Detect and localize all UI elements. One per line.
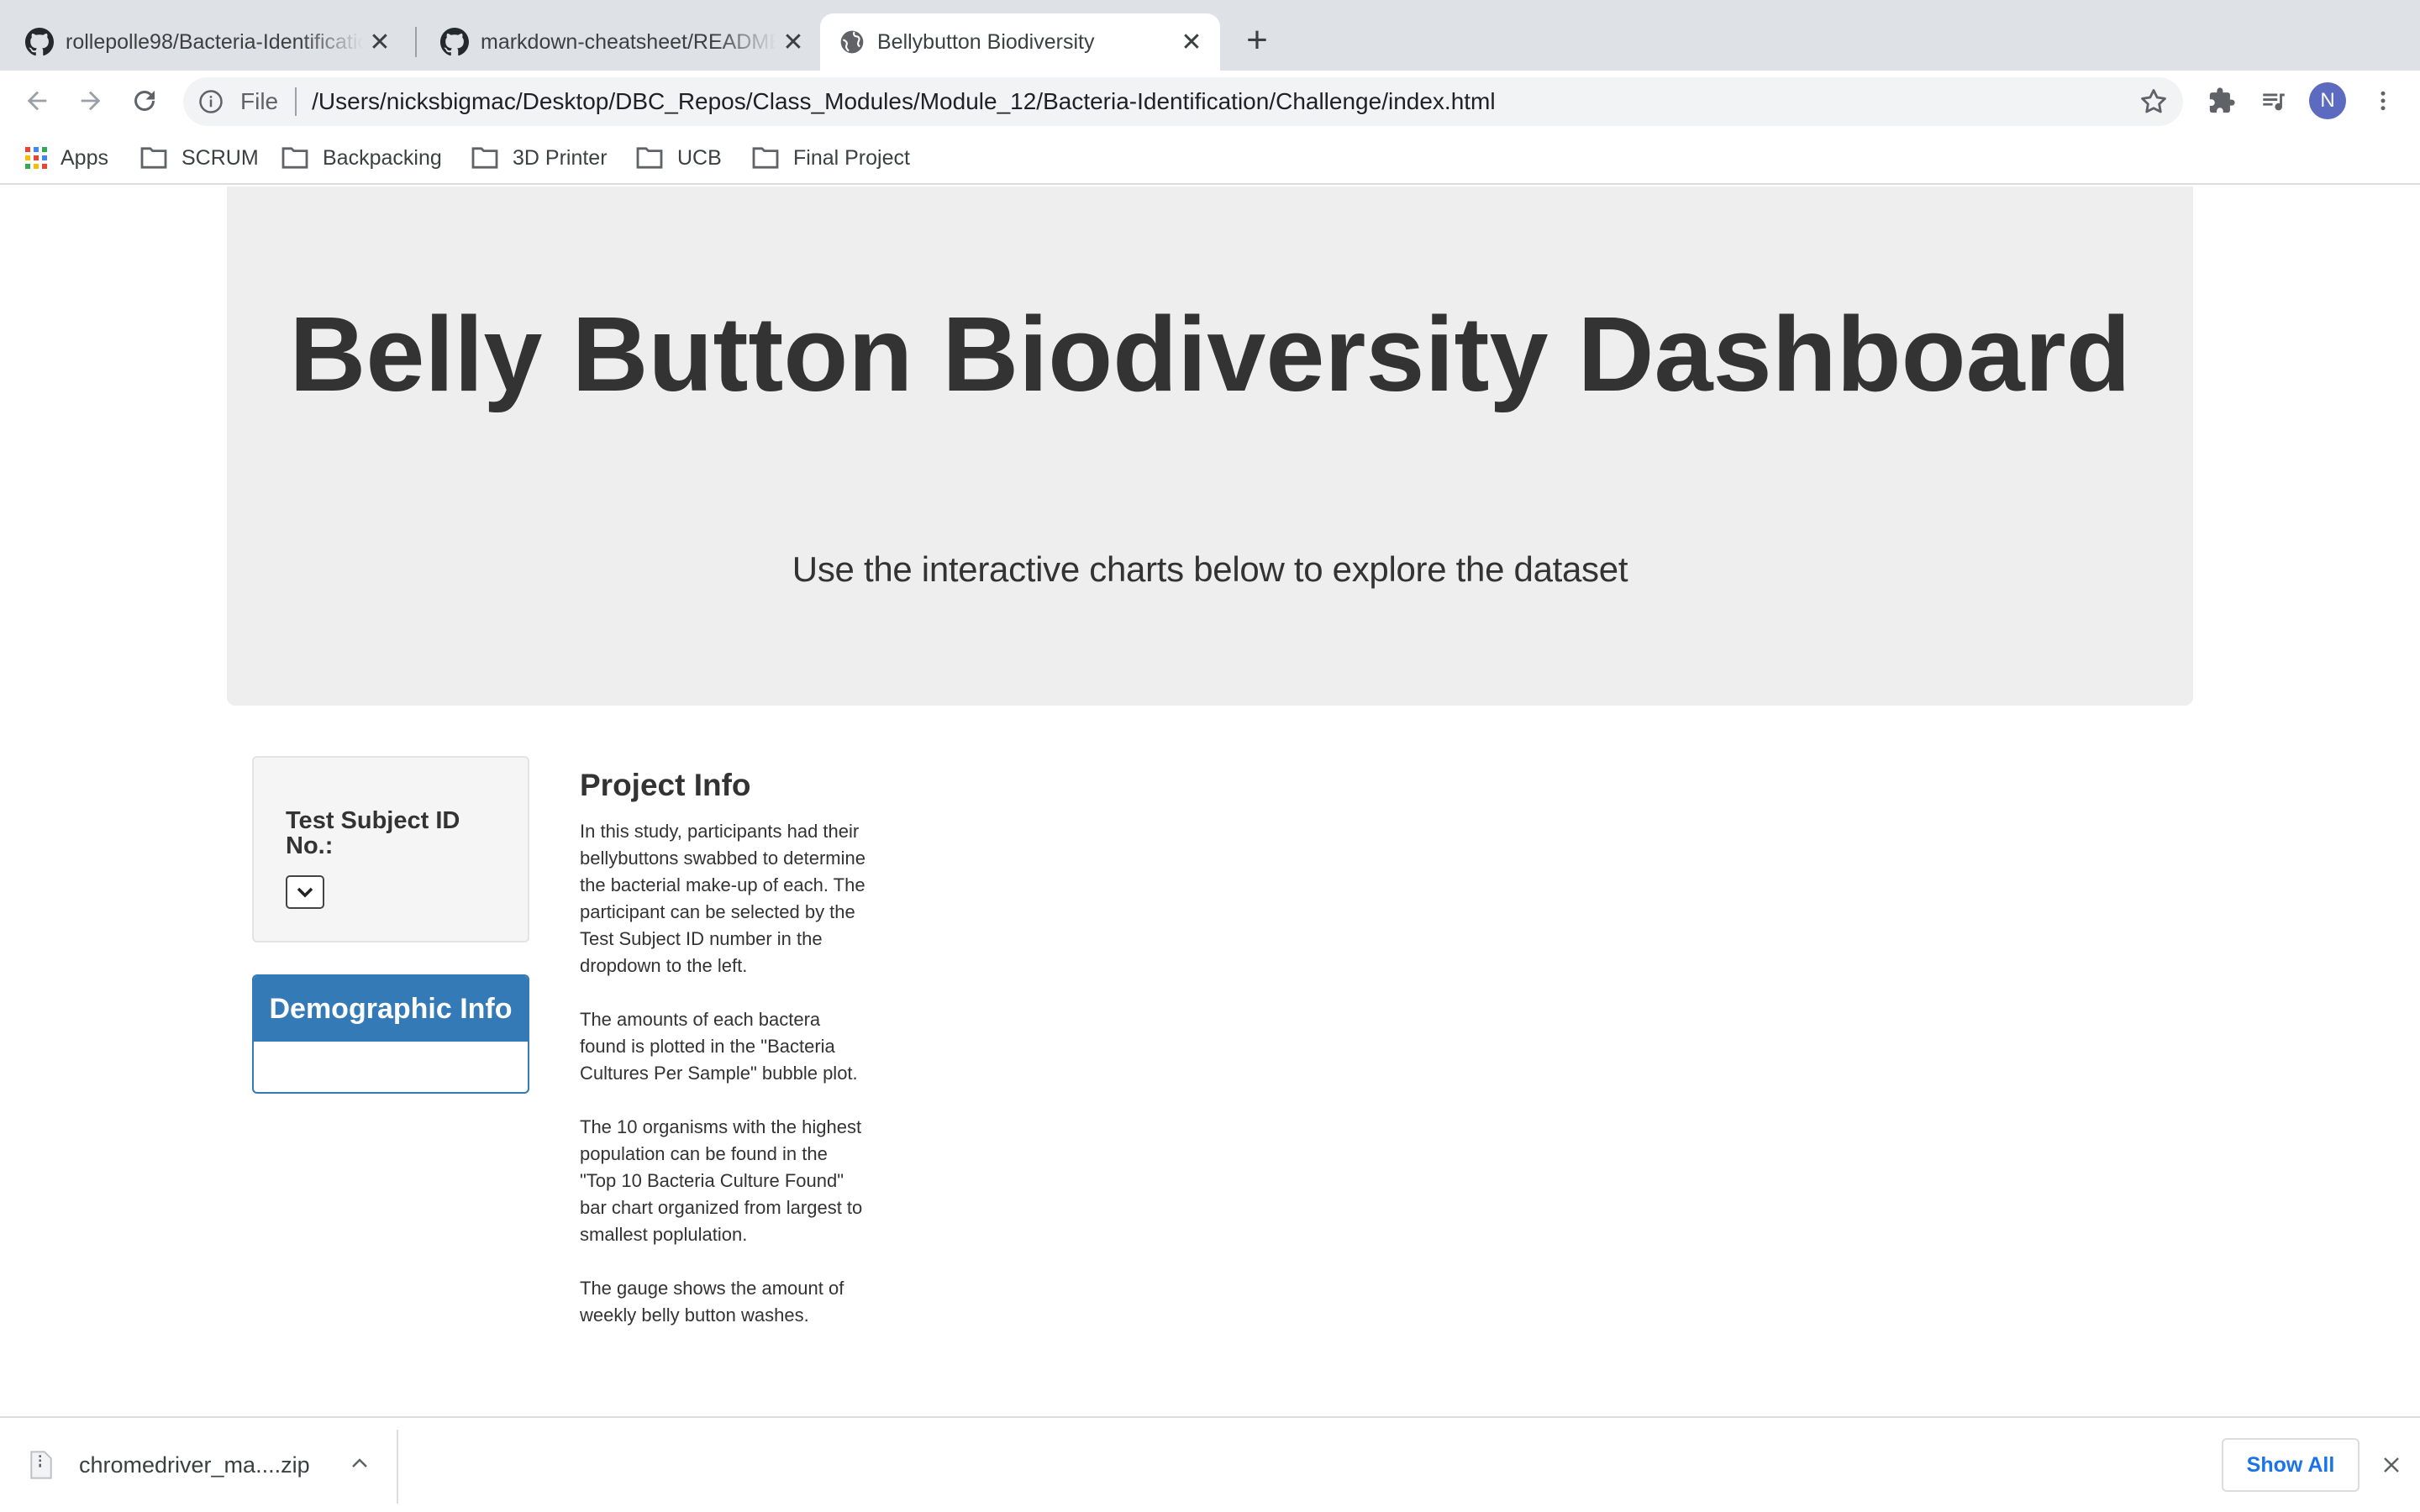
- star-icon[interactable]: [2138, 86, 2170, 118]
- back-button[interactable]: [17, 81, 57, 121]
- bookmark-folder-ucb[interactable]: UCB: [635, 143, 722, 173]
- reload-icon: [134, 90, 155, 111]
- tab-bellybutton-biodiversity[interactable]: Bellybutton Biodiversity ✕: [820, 13, 1220, 71]
- close-tab-icon[interactable]: ✕: [363, 25, 397, 59]
- demographic-info-heading: Demographic Info: [254, 976, 528, 1042]
- file-icon: [30, 1451, 52, 1479]
- test-subject-label: Test Subject ID No.:: [286, 807, 460, 859]
- puzzle-icon: [2209, 87, 2235, 113]
- github-icon: [440, 28, 469, 56]
- apps-grid-icon: [25, 147, 47, 169]
- arrow-right-icon: [81, 91, 101, 111]
- bookmark-label: 3D Printer: [513, 145, 608, 170]
- tab-title: Bellybutton Biodiversity: [877, 29, 1095, 54]
- tab-title: markdown-cheatsheet/README.md: [481, 29, 776, 54]
- browser-toolbar: File /Users/nicksbigmac/Desktop/DBC_Repo…: [0, 71, 2420, 131]
- url-text[interactable]: /Users/nicksbigmac/Desktop/DBC_Repos/Cla…: [312, 88, 1495, 115]
- project-info-paragraph: The amounts of each bactera found is plo…: [580, 1009, 858, 1084]
- omnibox-divider: [295, 87, 297, 116]
- jumbotron-header: Belly Button Biodiversity Dashboard Use …: [227, 186, 2193, 706]
- subject-selector-well: Test Subject ID No.:: [252, 756, 529, 942]
- address-bar[interactable]: File /Users/nicksbigmac/Desktop/DBC_Repo…: [183, 77, 2183, 126]
- show-all-downloads-button[interactable]: Show All: [2222, 1438, 2360, 1492]
- project-info-paragraph: The gauge shows the amount of weekly bel…: [580, 1278, 844, 1326]
- download-item[interactable]: chromedriver_ma....zip: [30, 1445, 310, 1485]
- bookmark-label: Final Project: [793, 145, 910, 170]
- arrow-left-icon: [27, 91, 47, 111]
- download-shelf: chromedriver_ma....zip Show All: [0, 1416, 2420, 1512]
- new-tab-button[interactable]: +: [1239, 22, 1276, 60]
- bookmark-folder-backpacking[interactable]: Backpacking: [281, 143, 442, 173]
- bookmark-label: Apps: [60, 145, 108, 170]
- project-info-title: Project Info: [580, 768, 751, 802]
- close-icon: [2384, 1457, 2399, 1473]
- folder-icon: [752, 147, 779, 169]
- bookmarks-bar: Apps SCRUM Backpacking 3D Printer UCB Fi…: [0, 131, 2420, 185]
- extensions-button[interactable]: [2205, 84, 2238, 118]
- tab-markdown-cheatsheet[interactable]: markdown-cheatsheet/README.md ✕: [422, 13, 822, 71]
- folder-icon: [471, 147, 498, 169]
- download-file-name: chromedriver_ma....zip: [79, 1452, 310, 1478]
- media-control-button[interactable]: [2257, 84, 2291, 118]
- project-info-paragraph: The 10 organisms with the highest popula…: [580, 1116, 863, 1245]
- forward-button[interactable]: [71, 81, 111, 121]
- page-title: Belly Button Biodiversity Dashboard: [289, 295, 2131, 413]
- browser-menu-button[interactable]: [2366, 84, 2400, 118]
- bookmark-label: SCRUM: [182, 145, 259, 170]
- tab-title: rollepolle98/Bacteria-Identification: [66, 29, 363, 54]
- project-info-paragraph: In this study, participants had their be…: [580, 821, 865, 976]
- close-shelf-button[interactable]: [2373, 1446, 2410, 1483]
- bookmark-label: Backpacking: [323, 145, 442, 170]
- tab-strip: rollepolle98/Bacteria-Identification ✕ m…: [0, 0, 2420, 71]
- folder-icon: [281, 147, 308, 169]
- chevron-up-icon: [352, 1458, 367, 1467]
- folder-icon: [636, 147, 663, 169]
- download-options-button[interactable]: [343, 1446, 376, 1480]
- tab-bacteria-identification[interactable]: rollepolle98/Bacteria-Identification ✕: [7, 13, 408, 71]
- url-scheme-label: File: [240, 88, 279, 114]
- info-icon[interactable]: [198, 89, 224, 114]
- test-subject-dropdown[interactable]: [286, 875, 324, 909]
- bookmark-folder-final-project[interactable]: Final Project: [751, 143, 910, 173]
- shelf-divider: [397, 1430, 398, 1504]
- close-tab-icon[interactable]: ✕: [776, 25, 810, 59]
- github-icon: [25, 28, 54, 56]
- chevron-down-icon: [297, 887, 313, 898]
- tab-divider: [415, 27, 417, 57]
- reload-button[interactable]: [124, 81, 165, 121]
- bookmark-folder-3d-printer[interactable]: 3D Printer: [471, 143, 608, 173]
- bookmark-apps[interactable]: Apps: [25, 143, 108, 173]
- demographic-info-panel: Demographic Info: [252, 974, 529, 1094]
- page-subtitle: Use the interactive charts below to expl…: [792, 549, 1628, 589]
- bookmark-folder-scrum[interactable]: SCRUM: [139, 143, 259, 173]
- profile-avatar[interactable]: N: [2309, 82, 2346, 119]
- close-tab-icon[interactable]: ✕: [1175, 25, 1208, 59]
- project-info-section: Project Info In this study, participants…: [580, 768, 865, 1356]
- page-content: Belly Button Biodiversity Dashboard Use …: [0, 186, 2420, 1416]
- folder-icon: [140, 147, 167, 169]
- playlist-icon: [2263, 93, 2285, 111]
- globe-icon: [840, 30, 864, 54]
- more-vertical-icon: [2381, 91, 2386, 111]
- bookmark-label: UCB: [677, 145, 722, 170]
